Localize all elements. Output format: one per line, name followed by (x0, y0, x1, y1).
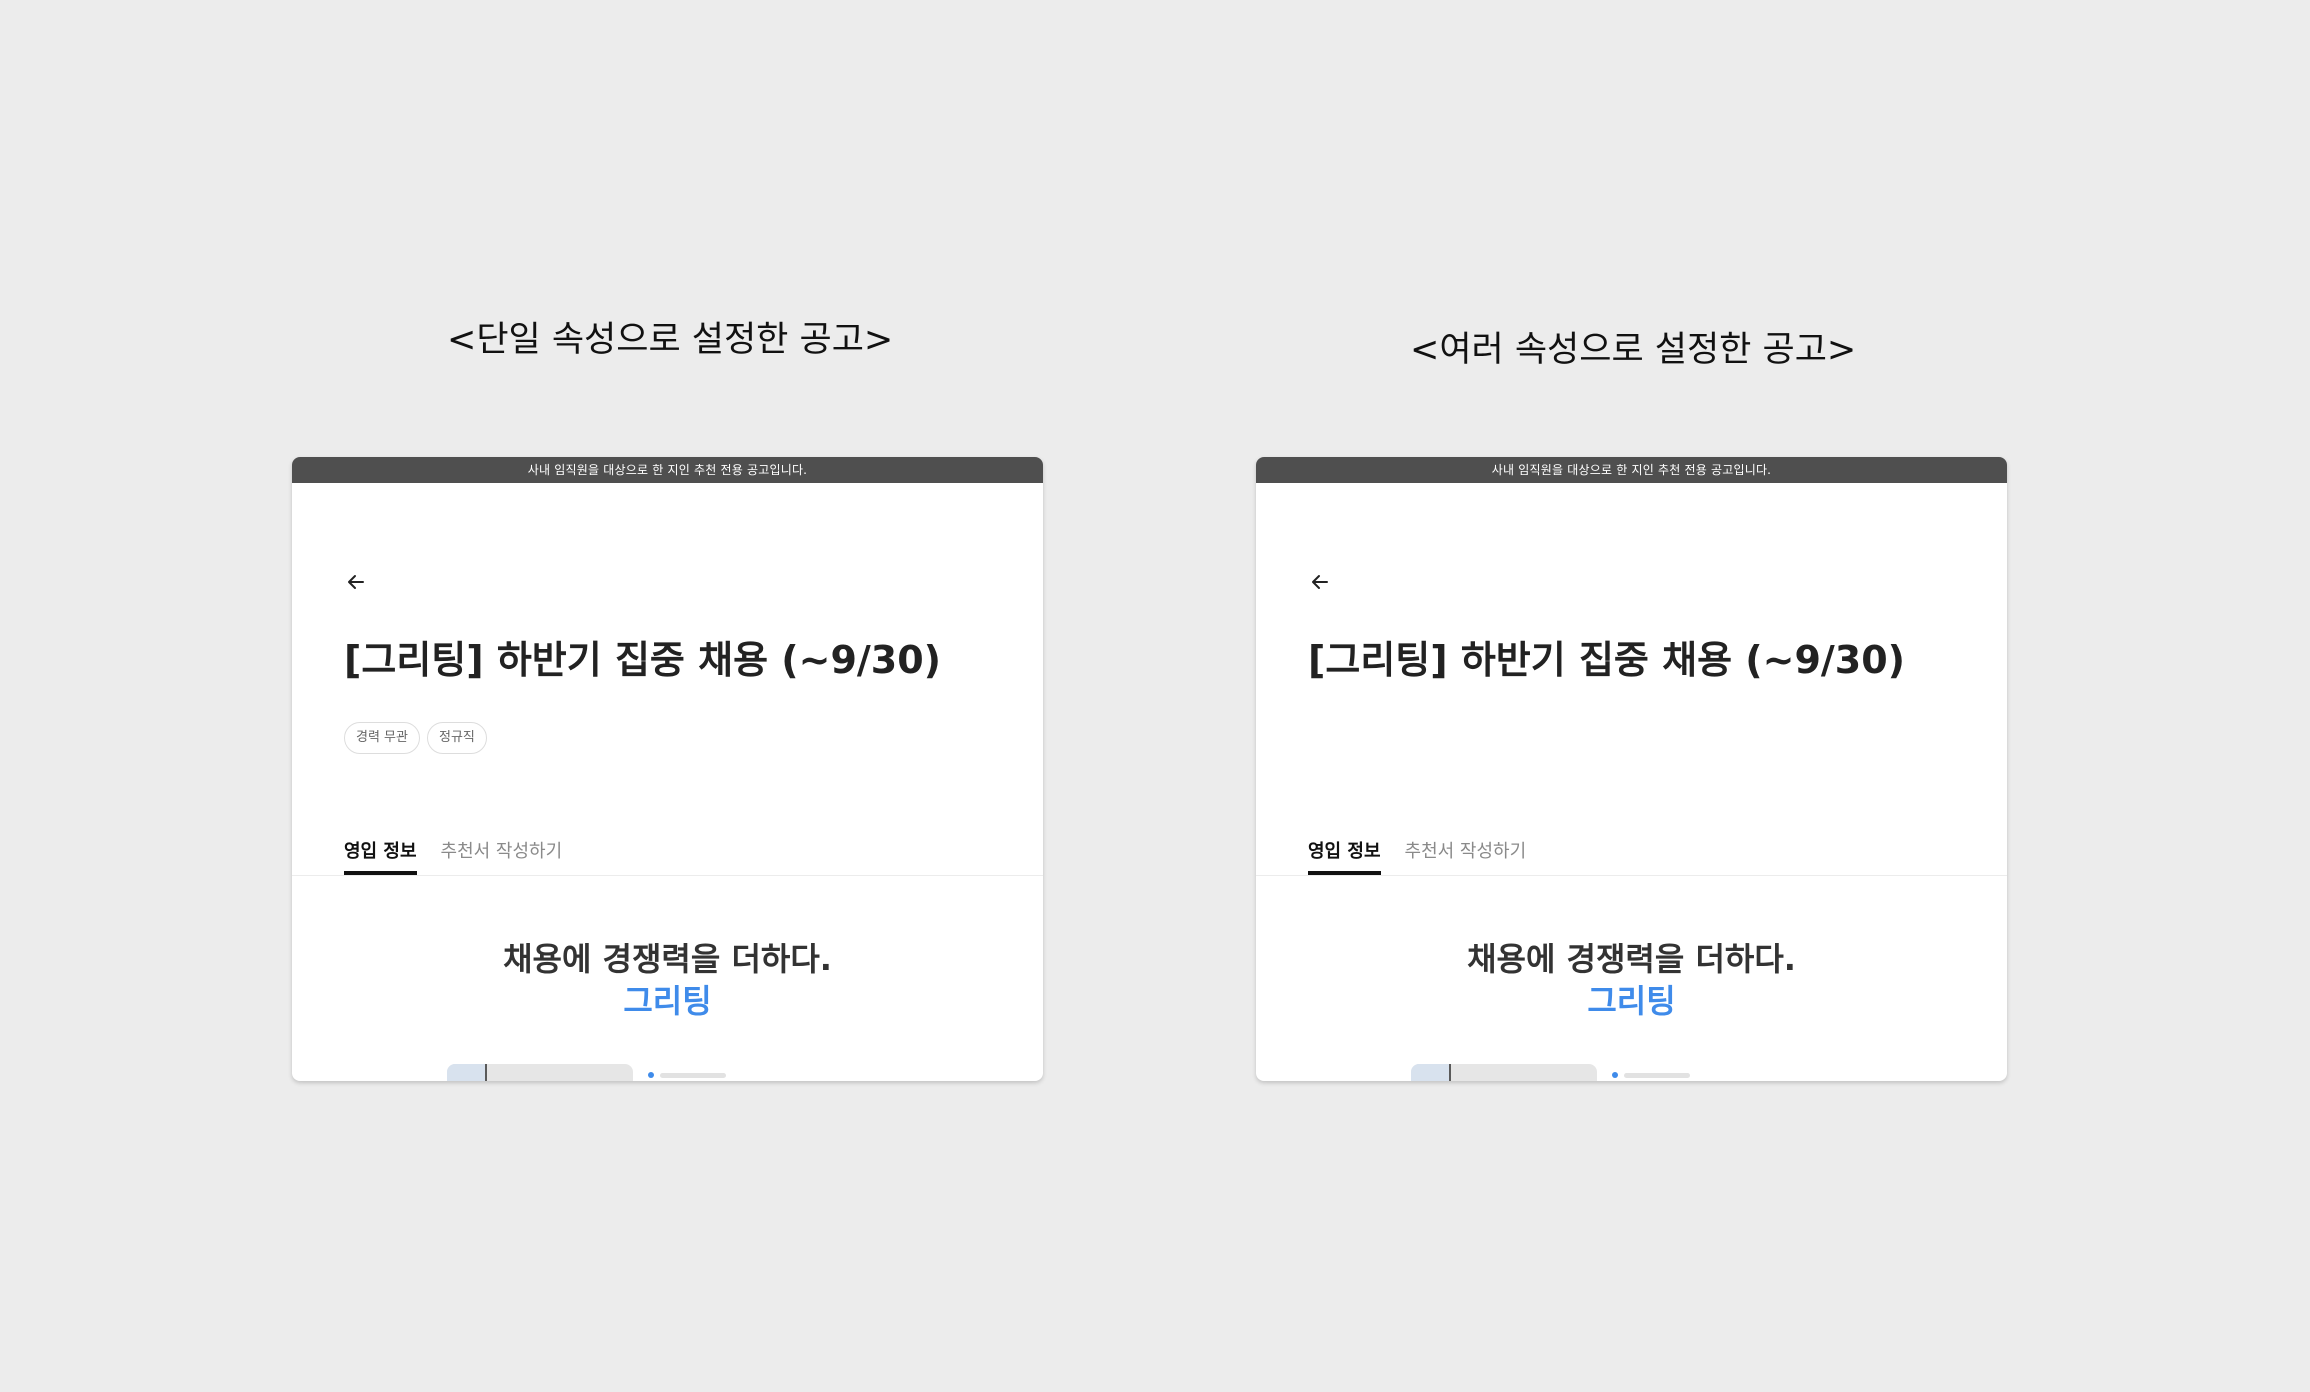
hero-headline: 채용에 경쟁력을 더하다. (503, 940, 832, 978)
job-posting-card-multi: 사내 임직원을 대상으로 한 지인 추천 전용 공고입니다. [그리팅] 하반기… (1256, 457, 2007, 1081)
arrow-left-icon[interactable] (1308, 570, 1332, 594)
hero-brand-name: 그리팅 (1587, 982, 1676, 1020)
job-posting-title: [그리팅] 하반기 집중 채용 (~9/30) (1308, 638, 1906, 682)
tab-recruitment-info[interactable]: 영입 정보 (344, 837, 417, 875)
posting-tabs: 영입 정보 추천서 작성하기 (1308, 837, 1526, 875)
content-preview-image (447, 1064, 633, 1081)
job-posting-title: [그리팅] 하반기 집중 채용 (~9/30) (344, 638, 942, 682)
carousel-indicator-track[interactable] (1624, 1073, 1690, 1078)
content-preview-image (1411, 1064, 1597, 1081)
hero-headline: 채용에 경쟁력을 더하다. (1467, 940, 1796, 978)
tab-divider (292, 875, 1043, 876)
preview-cursor (1449, 1064, 1451, 1081)
preview-cursor (485, 1064, 487, 1081)
posting-tabs: 영입 정보 추천서 작성하기 (344, 837, 562, 875)
tag-employment-type: 정규직 (426, 722, 487, 754)
tab-write-referral[interactable]: 추천서 작성하기 (441, 837, 563, 875)
tag-experience: 경력 무관 (344, 722, 420, 754)
tab-write-referral[interactable]: 추천서 작성하기 (1405, 837, 1527, 875)
referral-notice-banner: 사내 임직원을 대상으로 한 지인 추천 전용 공고입니다. (1256, 457, 2007, 483)
tab-recruitment-info[interactable]: 영입 정보 (1308, 837, 1381, 875)
tab-divider (1256, 875, 2007, 876)
carousel-indicator-dot[interactable] (648, 1072, 654, 1078)
preview-tint (447, 1064, 485, 1081)
attribute-tags: 경력 무관 정규직 (344, 722, 487, 754)
arrow-left-icon[interactable] (344, 570, 368, 594)
referral-notice-banner: 사내 임직원을 대상으로 한 지인 추천 전용 공고입니다. (292, 457, 1043, 483)
carousel-indicator-dot[interactable] (1612, 1072, 1618, 1078)
caption-single-attribute: <단일 속성으로 설정한 공고> (447, 320, 894, 360)
hero-brand-name: 그리팅 (623, 982, 712, 1020)
carousel-indicator-track[interactable] (660, 1073, 726, 1078)
preview-tint (1411, 1064, 1449, 1081)
job-posting-card-single: 사내 임직원을 대상으로 한 지인 추천 전용 공고입니다. [그리팅] 하반기… (292, 457, 1043, 1081)
caption-multi-attribute: <여러 속성으로 설정한 공고> (1410, 330, 1857, 370)
